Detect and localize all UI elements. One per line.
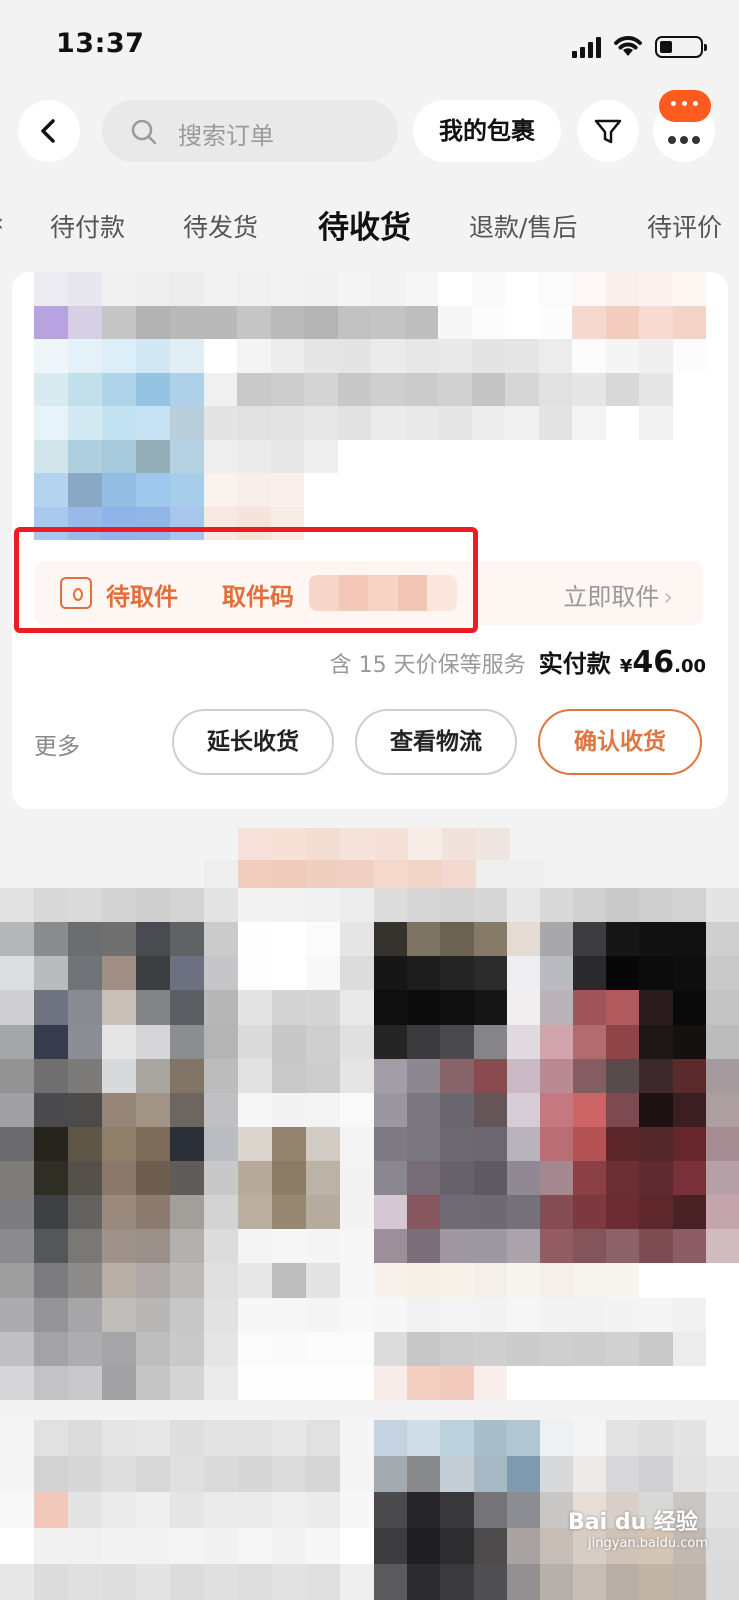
recommend-item-left-image-2[interactable]: [0, 1420, 374, 1600]
view-logistics-button[interactable]: 查看物流: [355, 709, 517, 775]
more-dots-icon: [668, 129, 704, 148]
order-tabs: ‹ 待付款 待发货 待收货 退款/售后 待评价: [0, 196, 739, 256]
wifi-icon: [614, 36, 642, 56]
tab-pending-shipment[interactable]: 待发货: [183, 208, 258, 244]
price-decimal: .00: [674, 656, 706, 677]
extend-receipt-button[interactable]: 延长收货: [172, 709, 334, 775]
recommend-item-right-image[interactable]: [374, 888, 739, 1400]
watermark-url: jingyan.baidu.com: [588, 1536, 708, 1551]
paid-amount-label: 实付款: [538, 650, 611, 678]
search-icon: [131, 119, 157, 145]
battery-icon: [655, 36, 707, 58]
more-actions-link[interactable]: 更多: [34, 727, 80, 761]
chevron-right-icon: ›: [663, 583, 673, 611]
recommend-header-blurred: [204, 828, 544, 892]
tab-pending-review[interactable]: 待评价: [647, 208, 722, 244]
product-image[interactable]: [34, 272, 204, 540]
price-integer: 46: [632, 645, 675, 680]
back-arrow-icon: [41, 119, 55, 143]
search-placeholder: 搜索订单: [178, 122, 274, 150]
recommend-item-left-image[interactable]: [0, 888, 374, 1400]
message-badge[interactable]: [659, 90, 711, 122]
baidu-watermark-logo: Bai du 经验 jingyan.baidu.com: [568, 1504, 708, 1551]
watermark-brand: Bai du 经验: [568, 1510, 698, 1535]
filter-button[interactable]: [577, 100, 639, 162]
product-title-blurred: [204, 272, 706, 540]
pickup-now-label: 立即取件: [563, 583, 660, 611]
currency-symbol: ¥: [619, 656, 633, 677]
tab-pending-payment[interactable]: 待付款: [50, 208, 125, 244]
search-input[interactable]: 搜索订单: [102, 100, 398, 162]
clock: 13:37: [56, 28, 145, 59]
my-packages-button[interactable]: 我的包裹: [413, 100, 561, 162]
cellular-signal-icon: [572, 36, 602, 58]
filter-icon: [594, 119, 622, 144]
tab-pending-receipt[interactable]: 待收货: [318, 202, 411, 247]
price-protection-note: 含 15 天价保等服务: [329, 653, 526, 678]
pickup-now-link[interactable]: 立即取件 ›: [563, 577, 673, 612]
tab-edge-partial: ‹: [0, 208, 4, 237]
recommendation-feed: [0, 820, 739, 1600]
top-nav: 搜索订单 我的包裹: [0, 96, 739, 168]
back-button[interactable]: [18, 100, 80, 162]
status-bar: 13:37: [0, 0, 739, 92]
tab-refund-aftersale[interactable]: 退款/售后: [469, 208, 577, 244]
confirm-receipt-button[interactable]: 确认收货: [538, 709, 702, 775]
annotation-highlight-box: [14, 527, 478, 633]
price-row: 含 15 天价保等服务 实付款 ¥46.00: [330, 644, 706, 680]
